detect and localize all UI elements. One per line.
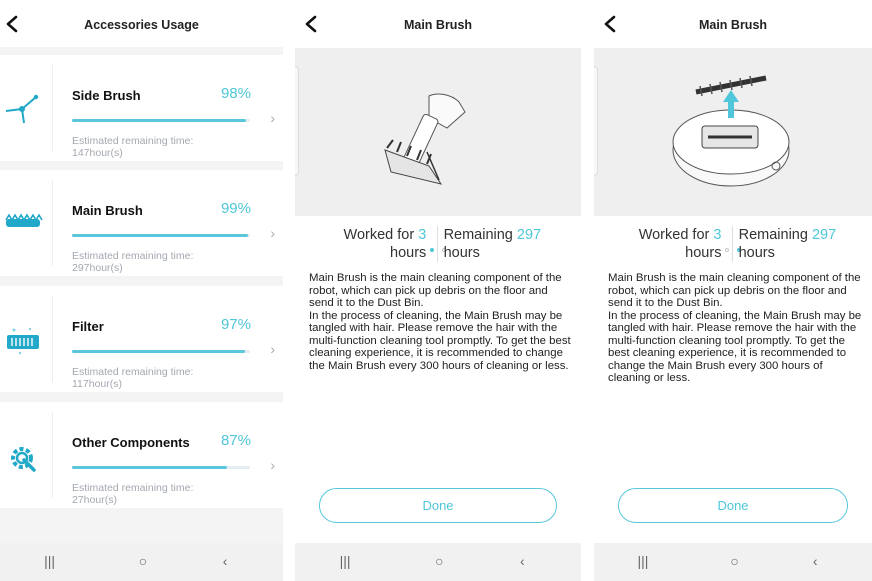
header: Main Brush (594, 0, 872, 50)
divider (52, 180, 53, 266)
carousel-edge (594, 66, 598, 176)
wrench-gear-icon (11, 447, 36, 472)
description-para-1: Main Brush is the main cleaning componen… (309, 272, 562, 309)
accessory-card-filter[interactable]: Filter 97% Estimated remaining time: 117… (0, 286, 283, 392)
worked-stat: Worked for 3 hours (617, 226, 727, 262)
nav-back-button[interactable]: ‹ (512, 553, 532, 571)
filter-icon (7, 327, 39, 355)
worked-value: 3 (418, 227, 427, 243)
recent-apps-button[interactable]: ||| (335, 553, 355, 571)
instruction-carousel[interactable] (295, 48, 581, 252)
chevron-right-icon: › (270, 110, 275, 126)
main-brush-icon (5, 213, 43, 227)
progress-bar (72, 350, 250, 353)
accessory-card-other-components[interactable]: Other Components 87% Estimated remaining… (0, 402, 283, 508)
carousel-edge (295, 66, 299, 176)
progress-fill (72, 119, 247, 122)
worked-value: 3 (713, 227, 722, 243)
recent-apps-button[interactable]: ||| (40, 553, 60, 571)
estimated-value: 147hour(s) (72, 147, 123, 159)
description-para-1: Main Brush is the main cleaning componen… (608, 272, 861, 309)
side-brush-icon (5, 94, 39, 124)
header: Accessories Usage (0, 0, 283, 50)
estimated-value: 297hour(s) (72, 262, 123, 274)
chevron-right-icon: › (270, 457, 275, 473)
worked-label: Worked for (638, 227, 710, 243)
brush-cleaning-illustration (384, 93, 466, 185)
remaining-value: 297 (516, 227, 542, 243)
remaining-value: 297 (811, 227, 837, 243)
progress-bar (72, 234, 250, 237)
accessory-name: Main Brush (72, 203, 143, 218)
accessory-percent: 98% (220, 85, 251, 102)
accessory-percent: 97% (220, 316, 251, 333)
page-title: Main Brush (698, 18, 768, 32)
progress-fill (72, 466, 227, 469)
estimated-remaining: Estimated remaining time: 117hour(s) (72, 366, 193, 390)
home-button[interactable]: ○ (725, 553, 745, 571)
accessory-name: Other Components (72, 435, 190, 450)
done-button[interactable]: Done (319, 488, 557, 523)
system-nav-bar: ||| ○ ‹ (594, 543, 872, 581)
worked-label: Worked for (343, 227, 415, 243)
accessory-name: Side Brush (72, 88, 141, 103)
estimated-label: Estimated remaining time: (72, 482, 194, 494)
nav-back-button[interactable]: ‹ (805, 553, 825, 571)
main-brush-detail-screen-2: Main Brush Worked for 3 hours Remaining (594, 0, 872, 581)
main-brush-detail-screen: Main Brush Worked for 3 hours Remaining … (295, 0, 581, 581)
remaining-label: Remaining (443, 227, 513, 243)
done-button[interactable]: Done (618, 488, 848, 523)
description: Main Brush is the main cleaning componen… (608, 272, 866, 385)
estimated-value: 27hour(s) (72, 494, 117, 506)
nav-back-button[interactable]: ‹ (215, 553, 235, 571)
estimated-label: Estimated remaining time: (72, 135, 194, 147)
remaining-stat: Remaining 297 hours (436, 226, 557, 262)
accessory-card-side-brush[interactable]: Side Brush 98% Estimated remaining time:… (0, 55, 283, 161)
remaining-unit: hours (443, 245, 480, 261)
accessory-list: Side Brush 98% Estimated remaining time:… (0, 47, 283, 544)
progress-fill (72, 350, 245, 353)
description: Main Brush is the main cleaning componen… (309, 272, 575, 372)
divider (52, 412, 53, 498)
usage-stats: Worked for 3 hours Remaining 297 hours (594, 226, 872, 266)
recent-apps-button[interactable]: ||| (633, 553, 653, 571)
chevron-right-icon: › (270, 341, 275, 357)
worked-unit: hours (390, 245, 427, 261)
usage-stats: Worked for 3 hours Remaining 297 hours (295, 226, 581, 266)
progress-fill (72, 234, 249, 237)
worked-stat: Worked for 3 hours (322, 226, 432, 262)
remaining-stat: Remaining 297 hours (731, 226, 852, 262)
worked-unit: hours (685, 245, 722, 261)
estimated-value: 117hour(s) (72, 378, 122, 390)
accessory-percent: 87% (220, 432, 251, 449)
remaining-label: Remaining (738, 227, 808, 243)
estimated-remaining: Estimated remaining time: 147hour(s) (72, 135, 193, 159)
accessory-card-main-brush[interactable]: Main Brush 99% Estimated remaining time:… (0, 170, 283, 276)
progress-bar (72, 119, 250, 122)
progress-bar (72, 466, 250, 469)
estimated-label: Estimated remaining time: (72, 250, 194, 262)
home-button[interactable]: ○ (133, 553, 153, 571)
instruction-carousel[interactable] (594, 48, 872, 252)
chevron-right-icon: › (270, 225, 275, 241)
description-para-2: In the process of cleaning, the Main Bru… (309, 309, 571, 372)
home-button[interactable]: ○ (429, 553, 449, 571)
page-title: Main Brush (403, 18, 473, 32)
page-title: Accessories Usage (84, 18, 199, 32)
divider (52, 296, 53, 382)
header: Main Brush (295, 0, 581, 50)
estimated-label: Estimated remaining time: (72, 366, 194, 378)
accessories-usage-screen: Accessories Usage Side Brush 98% Estimat… (0, 0, 283, 581)
estimated-remaining: Estimated remaining time: 27hour(s) (72, 482, 193, 506)
divider (52, 65, 53, 151)
remaining-unit: hours (738, 245, 775, 261)
accessory-percent: 99% (220, 200, 251, 217)
system-nav-bar: ||| ○ ‹ (0, 543, 283, 581)
description-para-2: In the process of cleaning, the Main Bru… (608, 309, 862, 385)
accessory-name: Filter (72, 319, 104, 334)
robot-brush-removal-illustration (672, 75, 790, 187)
estimated-remaining: Estimated remaining time: 297hour(s) (72, 250, 193, 274)
system-nav-bar: ||| ○ ‹ (295, 543, 581, 581)
